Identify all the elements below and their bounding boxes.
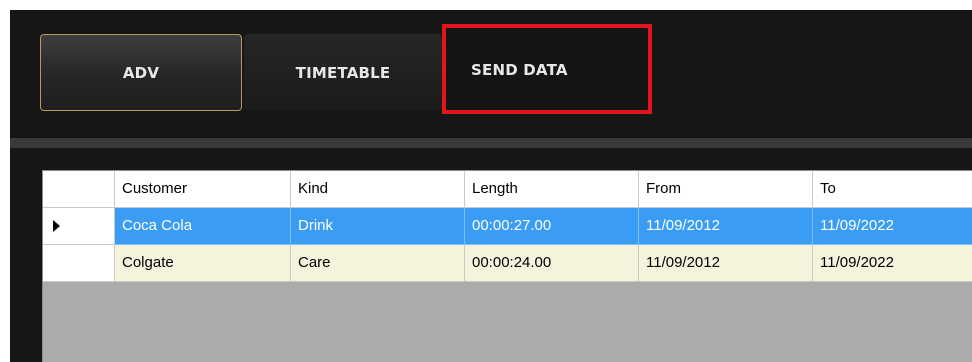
column-header-kind[interactable]: Kind	[291, 171, 465, 208]
separator-bar	[10, 138, 972, 148]
grid-header-row: Customer Kind Length From To	[43, 171, 972, 208]
cell-to[interactable]: 11/09/2022	[813, 245, 972, 282]
triangle-right-icon	[53, 220, 60, 232]
data-grid[interactable]: Customer Kind Length From To Coca Cola D…	[42, 170, 972, 362]
cell-kind[interactable]: Care	[291, 245, 465, 282]
tab-adv[interactable]: ADV	[40, 34, 242, 111]
table-row[interactable]: Coca Cola Drink 00:00:27.00 11/09/2012 1…	[43, 208, 972, 245]
tab-timetable[interactable]: TIMETABLE	[244, 34, 442, 111]
app-window: ADV TIMETABLE SEND DATA Customer Kind Le…	[10, 10, 972, 362]
grid-area: Customer Kind Length From To Coca Cola D…	[10, 148, 972, 362]
cell-length[interactable]: 00:00:27.00	[465, 208, 639, 245]
tab-send-data[interactable]: SEND DATA	[442, 24, 652, 114]
cell-from[interactable]: 11/09/2012	[639, 208, 813, 245]
table-row[interactable]: Colgate Care 00:00:24.00 11/09/2012 11/0…	[43, 245, 972, 282]
cell-customer[interactable]: Coca Cola	[115, 208, 291, 245]
cell-from[interactable]: 11/09/2012	[639, 245, 813, 282]
row-selector[interactable]	[43, 245, 115, 282]
row-selector[interactable]	[43, 208, 115, 245]
cell-length[interactable]: 00:00:24.00	[465, 245, 639, 282]
header-corner[interactable]	[43, 171, 115, 208]
tab-adv-label: ADV	[122, 63, 160, 82]
cell-to[interactable]: 11/09/2022	[813, 208, 972, 245]
column-header-length[interactable]: Length	[465, 171, 639, 208]
column-header-to[interactable]: To	[813, 171, 972, 208]
cell-customer[interactable]: Colgate	[115, 245, 291, 282]
tab-bar: ADV TIMETABLE SEND DATA	[10, 10, 972, 138]
column-header-customer[interactable]: Customer	[115, 171, 291, 208]
column-header-from[interactable]: From	[639, 171, 813, 208]
tab-timetable-label: TIMETABLE	[295, 63, 391, 82]
cell-kind[interactable]: Drink	[291, 208, 465, 245]
tab-send-data-label: SEND DATA	[471, 61, 568, 79]
